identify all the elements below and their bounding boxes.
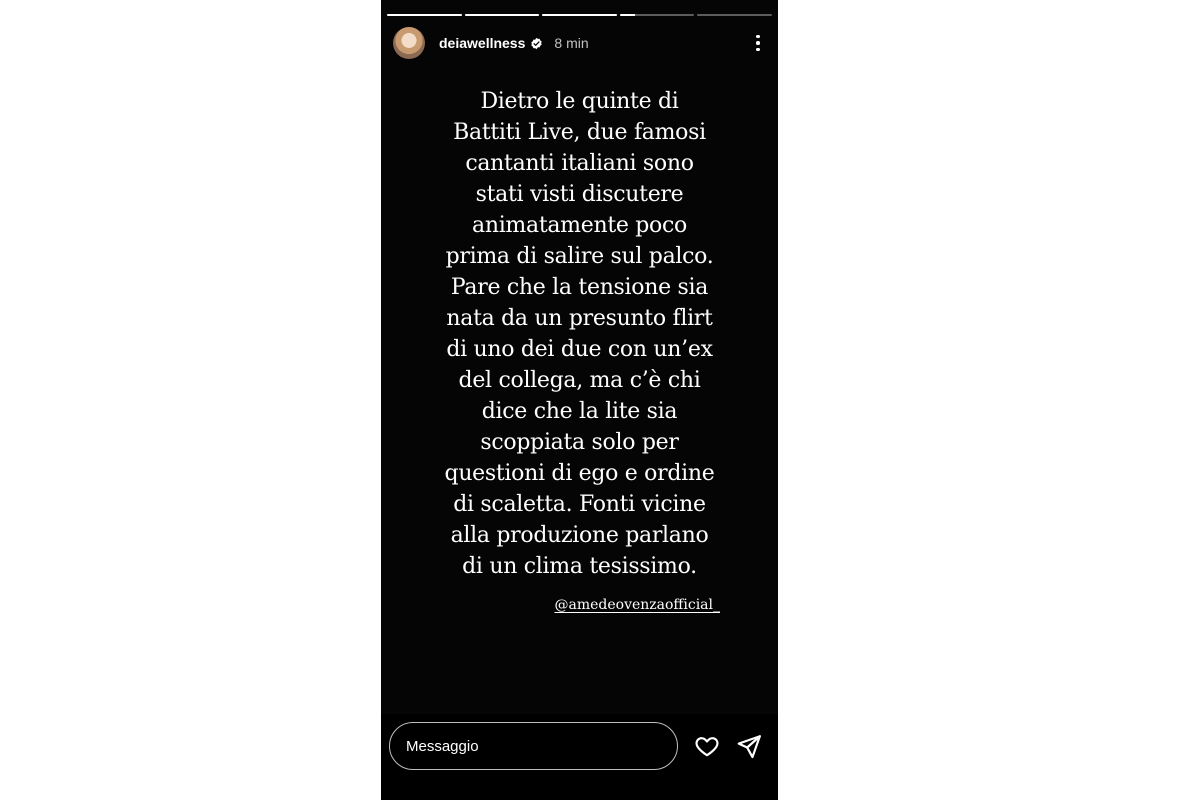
- story-content[interactable]: deiawellness 8 min Dietro le quinte di B…: [381, 0, 778, 714]
- story-text-line: di un clima tesissimo.: [462, 554, 697, 579]
- story-progress-fill: [464, 14, 540, 16]
- story-text-line: nata da un presunto flirt: [446, 306, 713, 331]
- more-options-icon[interactable]: [750, 33, 766, 53]
- story-header: deiawellness 8 min: [393, 26, 766, 60]
- story-text-line: scoppiata solo per: [480, 430, 679, 455]
- story-progress-fill: [542, 14, 617, 16]
- story-viewer[interactable]: deiawellness 8 min Dietro le quinte di B…: [381, 0, 778, 800]
- story-text-line: di uno dei due con un’ex: [446, 337, 713, 362]
- story-text-line: Dietro le quinte di: [480, 89, 679, 114]
- story-progress-segment: [387, 14, 462, 16]
- story-text-line: alla produzione parlano: [450, 523, 709, 548]
- story-text: Dietro le quinte di Battiti Live, due fa…: [421, 86, 738, 582]
- message-input[interactable]: [389, 722, 678, 770]
- avatar[interactable]: [393, 27, 425, 59]
- story-progress-fill: [387, 14, 462, 16]
- story-progress-segment: [619, 14, 695, 16]
- story-progress-fill: [619, 14, 635, 16]
- story-progress-segment: [464, 14, 540, 16]
- post-time: 8 min: [554, 35, 589, 51]
- page: deiawellness 8 min Dietro le quinte di B…: [0, 0, 1200, 800]
- story-text-line: cantanti italiani sono: [465, 151, 694, 176]
- verified-badge-icon: [531, 37, 543, 49]
- dot: [756, 41, 760, 45]
- story-text-line: animatamente poco: [472, 213, 687, 238]
- story-text-line: Battiti Live, due famosi: [453, 120, 706, 145]
- send-icon[interactable]: [736, 733, 762, 759]
- story-text-line: del collega, ma c’è chi: [458, 368, 701, 393]
- story-text-line: prima di salire sul palco.: [445, 244, 714, 269]
- story-text-line: di scaletta. Fonti vicine: [453, 492, 706, 517]
- mention-link[interactable]: @amedeovenzaofficial_: [554, 597, 720, 613]
- story-progress-segment: [697, 14, 772, 16]
- story-text-line: dice che la lite sia: [481, 399, 678, 424]
- story-progress-bar: [387, 14, 772, 16]
- story-text-line: Pare che la tensione sia: [450, 275, 709, 300]
- heart-icon[interactable]: [694, 733, 720, 759]
- username[interactable]: deiawellness: [439, 35, 525, 51]
- story-footer: [381, 714, 778, 800]
- dot: [756, 34, 760, 39]
- story-progress-segment: [542, 14, 617, 16]
- story-text-line: questioni di ego e ordine: [444, 461, 715, 486]
- dot: [756, 47, 760, 52]
- story-text-line: stati visti discutere: [475, 182, 684, 207]
